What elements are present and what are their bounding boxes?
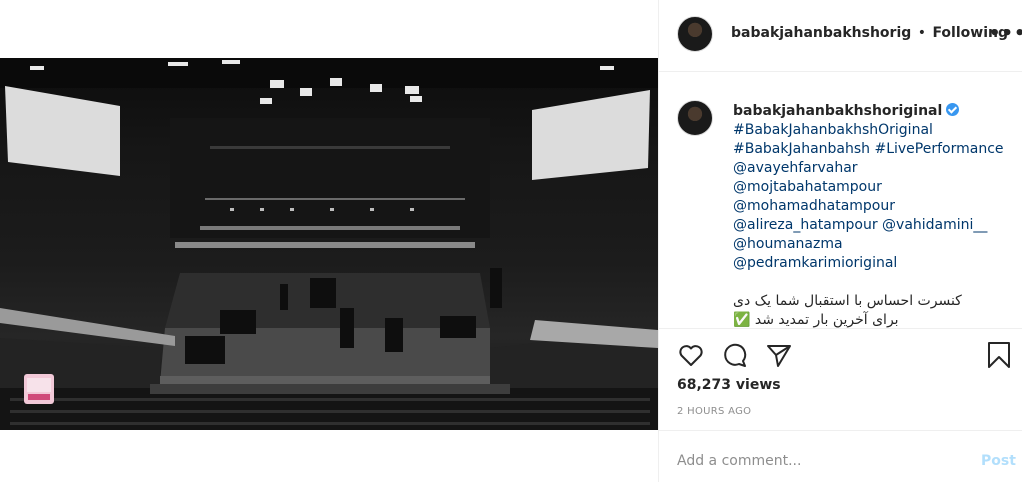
action-bar: 68,273 views 2 HOURS AGO (659, 328, 1022, 430)
header-text: babakjahanbakhshorig • Following (731, 25, 1008, 41)
separator-dot: • (917, 25, 926, 41)
caption-section: babakjahanbakhshoriginal #BabakJahanbakh… (659, 72, 1022, 328)
caption-mention[interactable]: @alireza_hatampour (733, 217, 878, 233)
post-timestamp[interactable]: 2 HOURS AGO (677, 406, 751, 417)
post-header: babakjahanbakhshorig • Following ••• (659, 0, 1022, 72)
comment-box: Add a comment... Post (659, 430, 1022, 482)
video-player[interactable] (0, 58, 658, 430)
caption-mention[interactable]: @vahidamini__ (882, 217, 987, 233)
caption-mention[interactable]: @mojtabahatampour (733, 178, 1013, 197)
video-frame (0, 58, 658, 430)
post-comment-button[interactable]: Post (981, 453, 1016, 469)
sticker-image (24, 374, 54, 404)
verified-badge-icon (946, 103, 960, 116)
avatar[interactable] (677, 16, 713, 52)
caption-mention[interactable]: @houmanazma (733, 235, 1013, 254)
caption-mention[interactable]: @avayehfarvahar (733, 159, 1013, 178)
username-link[interactable]: babakjahanbakhshorig (731, 25, 911, 41)
bookmark-icon[interactable] (985, 341, 1013, 369)
post-media (0, 0, 658, 482)
caption-username[interactable]: babakjahanbakhshoriginal (733, 103, 942, 119)
caption-mention[interactable]: @mohamadhatampour (733, 197, 1013, 216)
caption-avatar[interactable] (677, 100, 713, 136)
send-icon[interactable] (765, 341, 793, 369)
heart-icon[interactable] (677, 341, 705, 369)
comment-input[interactable]: Add a comment... (677, 453, 801, 469)
post-sidebar: babakjahanbakhshorig • Following ••• bab… (658, 0, 1022, 482)
comment-icon[interactable] (721, 341, 749, 369)
caption-mention[interactable]: @pedramkarimioriginal (733, 254, 1013, 273)
caption-hashtag-line[interactable]: #BabakJahanbakhshOriginal (733, 121, 1013, 140)
more-options-icon[interactable]: ••• (989, 23, 1022, 44)
caption-hashtag-line[interactable]: #BabakJahanbahsh #LivePerformance (733, 140, 1013, 159)
caption-persian-text: برای آخرین بار تمدید شد ✅ (733, 312, 899, 328)
caption-persian-text: کنسرت احساس با استقبال شما یک دی (733, 293, 962, 309)
caption-body: babakjahanbakhshoriginal #BabakJahanbakh… (733, 102, 1013, 328)
view-count[interactable]: 68,273 views (677, 377, 781, 393)
